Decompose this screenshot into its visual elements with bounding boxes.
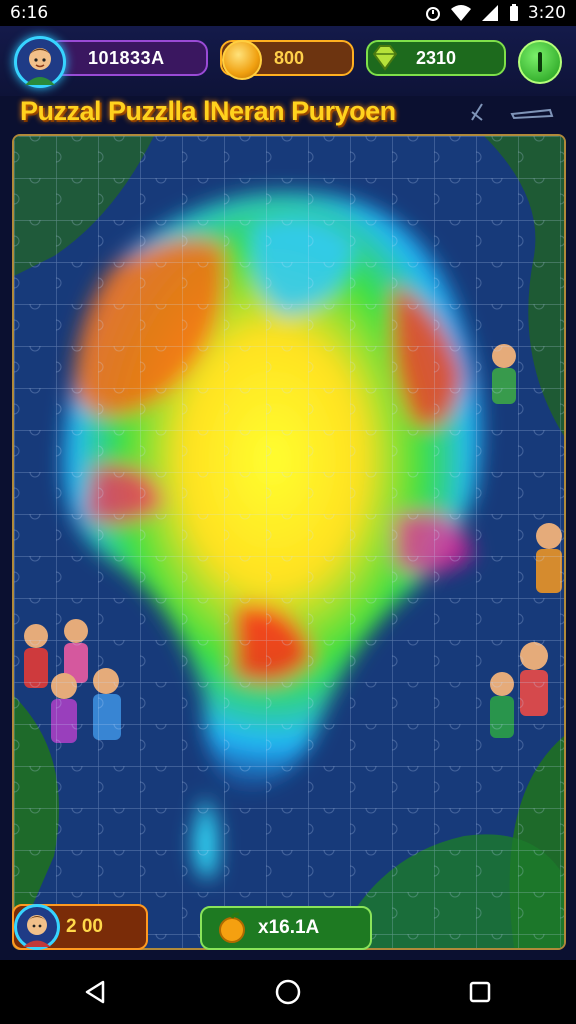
puzzle-title: Puzzal Puzzlla lNeran Puryoen [20,96,396,126]
coin-amount: 800 [274,47,305,68]
avatar-face-icon-small [23,915,51,947]
moves-value: 2 00 [66,916,103,937]
arrow-icon [471,103,483,121]
top-hud: 101833A 800 2310 [0,26,576,96]
battery-icon [509,4,518,21]
gem-amount: 2310 [416,47,457,68]
recent-apps-button[interactable] [460,972,500,1012]
alarm-icon [425,7,440,21]
score-value: x16.1A [258,917,320,938]
player-name: 101833A [88,47,165,68]
title-decoration-icons [471,103,554,121]
status-bar: 6:16 3:20 [0,0,576,26]
wifi-icon [450,5,471,21]
puzzle-board[interactable] [12,134,566,950]
system-nav-bar [0,960,576,1024]
home-circle-icon [275,979,301,1005]
bottom-avatar-icon[interactable] [14,904,60,950]
status-time-right: 3:20 [527,3,566,23]
plane-icon [510,108,554,120]
home-button[interactable] [268,972,308,1012]
apple-icon [219,912,245,943]
signal-icon [481,5,498,21]
gem-icon [372,45,398,71]
puzzle-map-image [14,136,564,948]
player-name-pill[interactable]: 101833A [48,40,208,76]
avatar-face-icon [25,48,55,85]
pause-button[interactable] [518,40,562,84]
recent-square-icon [469,981,491,1003]
back-button[interactable] [76,972,116,1012]
coin-icon [222,40,262,80]
status-icons: 3:20 [424,3,566,23]
pause-icon [538,52,542,72]
back-triangle-icon [85,980,105,1004]
status-time-left: 6:16 [10,3,49,23]
player-avatar-icon[interactable] [14,36,66,88]
